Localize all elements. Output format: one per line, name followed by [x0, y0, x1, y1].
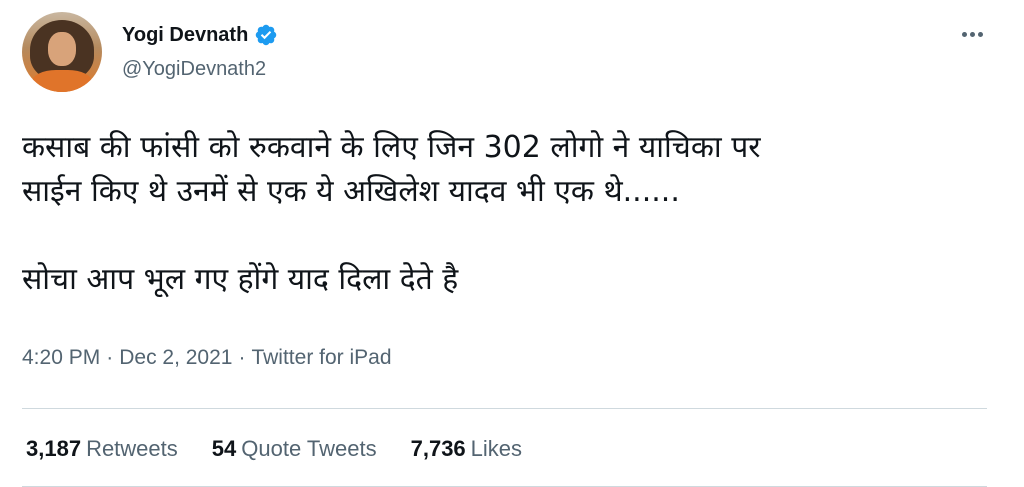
tweet-time[interactable]: 4:20 PM — [22, 346, 100, 370]
likes-label: Likes — [470, 436, 523, 461]
quotes-count: 54 — [211, 436, 237, 461]
quotes-label: Quote Tweets — [241, 436, 377, 461]
likes-stat[interactable]: 7,736 Likes — [411, 436, 522, 462]
tweet-line: सोचा आप भूल गए होंगे याद दिला देते है — [22, 262, 459, 297]
more-dot-icon — [977, 31, 983, 37]
likes-count: 7,736 — [410, 436, 466, 461]
tweet-meta: 4:20 PM · Dec 2, 2021 · Twitter for iPad — [22, 346, 392, 370]
more-dot-icon — [969, 31, 975, 37]
tweet-date[interactable]: Dec 2, 2021 — [119, 346, 232, 370]
tweet-line: साईन किए थे उनमें से एक ये अखिलेश यादव भ… — [22, 174, 680, 209]
avatar-robe — [32, 70, 92, 92]
retweets-stat[interactable]: 3,187 Retweets — [26, 436, 178, 462]
meta-separator: · — [106, 346, 114, 369]
more-options-button[interactable] — [955, 24, 989, 44]
author-name-row: Yogi Devnath — [122, 22, 278, 48]
engagement-stats: 3,187 Retweets 54 Quote Tweets 7,736 Likes — [26, 436, 522, 462]
verified-badge-icon — [256, 24, 277, 46]
quotes-stat[interactable]: 54 Quote Tweets — [212, 436, 377, 462]
retweets-count: 3,187 — [26, 436, 82, 461]
tweet-text: कसाब की फांसी को रुकवाने के लिए जिन 302 … — [22, 126, 982, 302]
avatar-face — [48, 32, 76, 66]
author-avatar[interactable] — [22, 12, 102, 92]
tweet-card: Yogi Devnath @YogiDevnath2 कसाब की फांसी… — [0, 0, 1024, 487]
more-dot-icon — [961, 31, 967, 37]
retweets-label: Retweets — [86, 436, 178, 461]
divider — [22, 408, 987, 409]
author-display-name[interactable]: Yogi Devnath — [122, 24, 248, 47]
author-handle[interactable]: @YogiDevnath2 — [122, 58, 266, 81]
tweet-source[interactable]: Twitter for iPad — [251, 346, 391, 370]
tweet-line: कसाब की फांसी को रुकवाने के लिए जिन 302 … — [22, 130, 761, 165]
meta-separator: · — [238, 346, 246, 369]
